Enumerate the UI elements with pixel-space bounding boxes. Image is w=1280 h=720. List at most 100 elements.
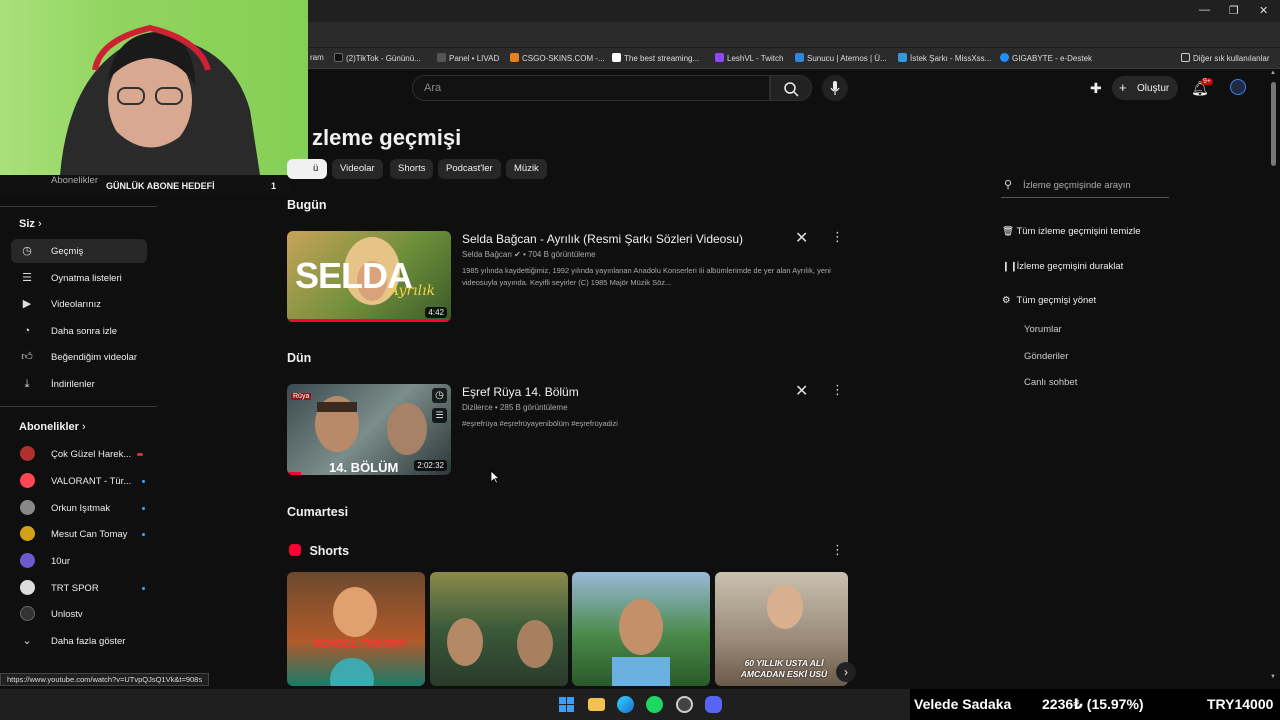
- comments-link[interactable]: Yorumlar: [1024, 324, 1062, 335]
- remove-from-history-icon[interactable]: ✕: [795, 228, 808, 248]
- bookmark-item[interactable]: Sunucu | Aternos | Ü...: [795, 53, 887, 63]
- posts-link[interactable]: Gönderiler: [1024, 351, 1068, 362]
- clear-history-button[interactable]: 🗑︎ Tüm izleme geçmişini temizle: [1002, 226, 1141, 237]
- chip-shorts[interactable]: Shorts: [390, 159, 434, 179]
- video-thumbnail[interactable]: SELDA Ayrılık 4:42: [287, 231, 451, 322]
- live-chat-link[interactable]: Canlı sohbet: [1024, 377, 1077, 388]
- more-actions-icon[interactable]: ⋮: [831, 542, 844, 558]
- shorts-next-button[interactable]: ›: [836, 662, 856, 682]
- bookmark-item[interactable]: ram: [310, 53, 324, 62]
- subscription-item[interactable]: VALORANT - Tür...: [11, 469, 147, 493]
- add-to-queue-icon[interactable]: ☰: [432, 408, 447, 423]
- short-thumbnail[interactable]: SCHOLL THEORY: [287, 572, 425, 686]
- subscription-item[interactable]: Çok Güzel Harek...: [11, 442, 147, 466]
- goal-label: GÜNLÜK ABONE HEDEFİ: [106, 181, 215, 191]
- section-header-yesterday: Dün: [287, 351, 312, 365]
- more-actions-icon[interactable]: ⋮: [831, 229, 844, 245]
- new-content-dot: [142, 533, 145, 536]
- sidebar-item-watch-later[interactable]: ◔ Daha sonra izle: [11, 319, 147, 343]
- bookmark-item[interactable]: (2)TikTok - Gününü...: [334, 53, 421, 63]
- search-input[interactable]: Ara: [412, 75, 770, 101]
- edge-browser-icon[interactable]: [617, 696, 634, 713]
- page-scrollbar[interactable]: ▲ ▼: [1270, 70, 1278, 686]
- sidebar-you-header[interactable]: Siz ›: [19, 218, 42, 230]
- watch-later-icon[interactable]: ◷: [432, 388, 447, 403]
- more-actions-icon[interactable]: ⋮: [831, 382, 844, 398]
- chip-all[interactable]: ü: [287, 159, 327, 179]
- scroll-up-icon[interactable]: ▲: [1270, 70, 1276, 76]
- channel-name[interactable]: Dizilerce: [462, 403, 493, 412]
- sidebar: Abonelikler Siz › ◷ Geçmiş ☰ Oynatma lis…: [0, 175, 157, 665]
- show-more-button[interactable]: ⌄ Daha fazla göster: [11, 629, 147, 653]
- channel-avatar: [20, 500, 35, 515]
- trash-icon: 🗑︎: [1002, 226, 1015, 237]
- voice-search-button[interactable]: [822, 75, 848, 101]
- manage-history-button[interactable]: ⚙ Tüm geçmişi yönet: [1002, 295, 1096, 306]
- subscription-item[interactable]: Orkun Işıtmak: [11, 496, 147, 520]
- video-description: 1985 yılında kaydettiğimiz, 1992 yılında…: [462, 266, 831, 287]
- sidebar-item-liked-videos[interactable]: 👍︎ Beğendiğim videolar: [11, 345, 147, 369]
- video-title[interactable]: Eşref Rüya 14. Bölüm: [462, 385, 579, 399]
- create-button[interactable]: + Oluştur: [1112, 76, 1178, 100]
- plus-icon: +: [1119, 80, 1127, 95]
- discord-icon[interactable]: [705, 696, 722, 713]
- sidebar-item-downloads[interactable]: ⤓ İndirilenler: [11, 372, 147, 396]
- remove-from-history-icon[interactable]: ✕: [795, 381, 808, 401]
- channel-name[interactable]: Selda Bağcan: [462, 250, 512, 259]
- scroll-down-icon[interactable]: ▼: [1270, 674, 1276, 680]
- subscription-item[interactable]: 10ur: [11, 549, 147, 573]
- chip-music[interactable]: Müzik: [506, 159, 547, 179]
- sidebar-subscriptions-header[interactable]: Abonelikler ›: [19, 421, 86, 433]
- search-button[interactable]: [770, 75, 812, 101]
- donation-amount: 2236₺ (15.97%): [1042, 696, 1144, 712]
- section-header-saturday: Cumartesi: [287, 505, 349, 519]
- bookmark-item[interactable]: LeshVL - Twitch: [715, 53, 783, 63]
- duration-badge: 2:02:32: [414, 460, 447, 471]
- sidebar-item-history[interactable]: ◷ Geçmiş: [11, 239, 147, 263]
- video-meta: Selda Bağcan ✔ • 704 B görüntüleme: [462, 250, 596, 259]
- subscription-item[interactable]: Unlostv: [11, 602, 147, 626]
- goal-value: 1: [271, 181, 277, 191]
- cast-icon[interactable]: ✚: [1090, 80, 1102, 97]
- account-avatar[interactable]: [1230, 79, 1246, 95]
- short-thumbnail[interactable]: [430, 572, 568, 686]
- short-thumbnail[interactable]: 60 YILLIK USTA ALİ AMCADAN ESKİ USÜ: [715, 572, 848, 686]
- donor-name: Velede Sadaka: [914, 696, 1012, 712]
- subscription-item[interactable]: Mesut Can Tomay: [11, 522, 147, 546]
- bookmark-item[interactable]: CSGO-SKINS.COM -...: [510, 53, 605, 63]
- scrollbar-thumb[interactable]: [1271, 82, 1276, 166]
- spotify-icon[interactable]: [646, 696, 663, 713]
- chip-podcasts[interactable]: Podcast'ler: [438, 159, 501, 179]
- bookmark-item[interactable]: İstek Şarkı - MissXss...: [898, 53, 991, 63]
- shorts-logo-icon: [289, 544, 301, 556]
- minimize-icon[interactable]: —: [1199, 4, 1210, 16]
- channel-avatar: [20, 473, 35, 488]
- sidebar-item-subscriptions[interactable]: Abonelikler: [51, 175, 98, 186]
- channel-avatar: [20, 580, 35, 595]
- bookmark-folder[interactable]: Diğer sık kullanılanlar: [1181, 53, 1269, 63]
- bookmark-item[interactable]: GIGABYTE - e-Destek: [1000, 53, 1092, 63]
- video-thumbnail[interactable]: Rüya 14. BÖLÜM ◷ ☰ 2:02:32: [287, 384, 451, 475]
- short-art: [330, 587, 377, 686]
- section-header-today: Bugün: [287, 198, 327, 212]
- sidebar-item-playlists[interactable]: ☰ Oynatma listeleri: [11, 266, 147, 290]
- chip-videos[interactable]: Videolar: [332, 159, 383, 179]
- sidebar-item-your-videos[interactable]: ▶ Videolarınız: [11, 292, 147, 316]
- short-thumbnail[interactable]: [572, 572, 710, 686]
- bookmark-item[interactable]: Panel • LIVAD: [437, 53, 499, 63]
- bookmark-item[interactable]: The best streaming...: [612, 53, 699, 63]
- windows-start-icon[interactable]: [558, 696, 575, 713]
- short-art: [612, 599, 670, 686]
- status-url: https://www.youtube.com/watch?v=UTvpQJsQ…: [0, 673, 210, 686]
- close-window-icon[interactable]: ✕: [1259, 4, 1268, 17]
- shorts-header: Shorts: [289, 542, 349, 560]
- search-icon: [784, 82, 799, 97]
- duration-badge: 4:42: [425, 307, 447, 318]
- video-title[interactable]: Selda Bağcan - Ayrılık (Resmi Şarkı Sözl…: [462, 232, 743, 246]
- history-search-input[interactable]: ⚲ İzleme geçmişinde arayın: [1001, 174, 1169, 198]
- subscription-item[interactable]: TRT SPOR: [11, 576, 147, 600]
- maximize-icon[interactable]: ❐: [1229, 4, 1239, 17]
- file-explorer-icon[interactable]: [588, 698, 605, 711]
- pause-history-button[interactable]: ❙❙ İzleme geçmişini duraklat: [1002, 261, 1123, 272]
- obs-icon[interactable]: [676, 696, 693, 713]
